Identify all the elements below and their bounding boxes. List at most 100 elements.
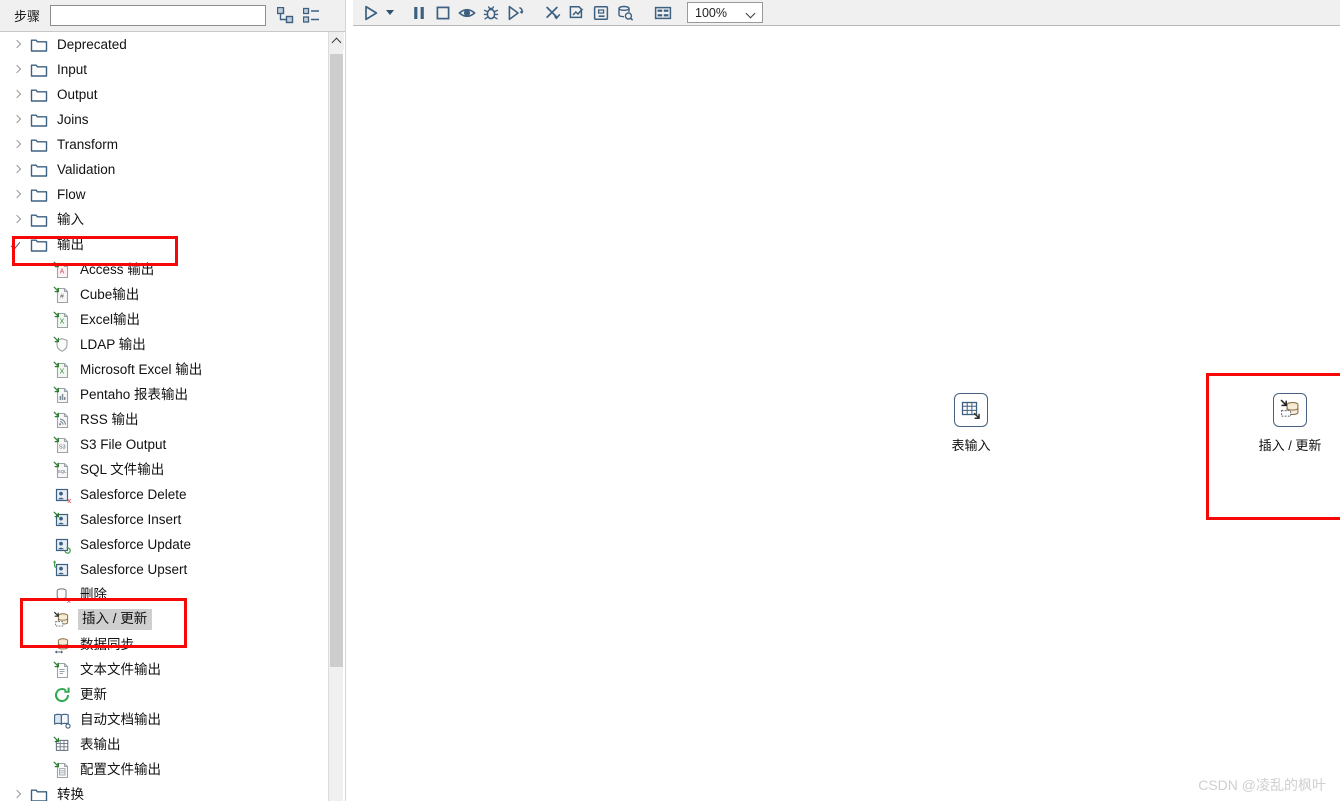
tree-item-label: Input [57, 61, 88, 77]
impact-button[interactable] [565, 1, 589, 25]
tree-step-row[interactable]: X Excel输出 [0, 307, 338, 332]
insert-update-node[interactable]: 插入 / 更新 [1230, 393, 1340, 454]
tree-folder-row[interactable]: Output [0, 82, 338, 107]
tree-step-row[interactable]: x Salesforce Delete [0, 482, 338, 507]
transformation-canvas[interactable]: 表输入 插入 / 更新 [353, 26, 1340, 801]
list-view-icon[interactable] [303, 7, 320, 24]
pause-button[interactable] [407, 1, 431, 25]
svg-text:SQL: SQL [58, 469, 67, 474]
steps-label: 步骤 [14, 9, 41, 24]
tree-item-label: Validation [57, 161, 116, 177]
steps-tree[interactable]: Deprecated Input Output Joins Transform Valid… [0, 32, 338, 801]
svg-text:A: A [60, 268, 65, 275]
folder-icon [29, 210, 49, 230]
tree-item-label: Salesforce Update [80, 536, 192, 552]
verify-button[interactable] [541, 1, 565, 25]
insert-update-icon[interactable] [1273, 393, 1307, 427]
preview-button[interactable] [455, 1, 479, 25]
tree-folder-row[interactable]: Flow [0, 182, 338, 207]
run-options-dropdown[interactable] [383, 1, 397, 25]
debug-button[interactable] [479, 1, 503, 25]
salesforce-insert-icon [52, 510, 72, 530]
tree-step-row[interactable]: 更新 [0, 682, 338, 707]
watermark-text: CSDN @凌乱的枫叶 [1198, 777, 1326, 793]
tree-item-label: 文本文件输出 [80, 661, 161, 677]
folder-icon [29, 185, 49, 205]
salesforce-upsert-icon [52, 560, 72, 580]
tree-step-row[interactable]: S3 S3 File Output [0, 432, 338, 457]
tree-folder-row[interactable]: 转换 [0, 782, 338, 801]
stop-button[interactable] [431, 1, 455, 25]
replay-button[interactable] [503, 1, 527, 25]
update-icon [52, 685, 72, 705]
transformation-toolbar: 100% [353, 0, 1340, 26]
folder-icon [29, 35, 49, 55]
tree-folder-row[interactable]: 输入 [0, 207, 338, 232]
chevron-right-icon[interactable] [11, 39, 23, 51]
scrollbar-thumb[interactable] [330, 54, 343, 667]
tree-item-label: RSS 输出 [80, 411, 139, 427]
table-input-node[interactable]: 表输入 [911, 393, 1031, 454]
tree-item-label: 表输出 [80, 736, 121, 752]
tree-item-label: Output [57, 86, 98, 102]
tree-item-label: Salesforce Delete [80, 486, 187, 502]
tree-step-row[interactable]: RSS 输出 [0, 407, 338, 432]
chevron-down-icon[interactable] [745, 8, 756, 19]
cube-output-icon: # [52, 285, 72, 305]
show-grid-button[interactable] [651, 1, 675, 25]
salesforce-update-icon [52, 535, 72, 555]
chevron-right-icon[interactable] [11, 189, 23, 201]
tree-step-row[interactable]: Pentaho 报表输出 [0, 382, 338, 407]
text-file-output-icon [52, 660, 72, 680]
sql-button[interactable] [589, 1, 613, 25]
tree-step-row[interactable]: 表输出 [0, 732, 338, 757]
tree-item-label: LDAP 输出 [80, 336, 146, 352]
tree-item-label: Transform [57, 136, 119, 152]
tree-folder-row[interactable]: Deprecated [0, 32, 338, 57]
chevron-right-icon[interactable] [11, 64, 23, 76]
table-input-icon[interactable] [954, 393, 988, 427]
chevron-right-icon[interactable] [11, 789, 23, 801]
tree-item-label: Flow [57, 186, 86, 202]
folder-icon [29, 85, 49, 105]
tree-item-label: SQL 文件输出 [80, 461, 165, 477]
svg-text:x: x [67, 496, 71, 505]
tree-step-row[interactable]: Salesforce Upsert [0, 557, 338, 582]
tree-step-row[interactable]: X Microsoft Excel 输出 [0, 357, 338, 382]
zoom-level-select[interactable]: 100% [687, 2, 763, 23]
tree-step-row[interactable]: 自动文档输出 [0, 707, 338, 732]
folder-icon [29, 135, 49, 155]
chevron-right-icon[interactable] [11, 114, 23, 126]
s3-file-output-icon: S3 [52, 435, 72, 455]
tree-step-row[interactable]: LDAP 输出 [0, 332, 338, 357]
pentaho-report-output-icon [52, 385, 72, 405]
svg-text:X: X [60, 318, 65, 325]
transformation-area: 100% 表输入 插入 / 更新 CSDN @凌乱的枫叶 [353, 0, 1340, 801]
step-search-input[interactable] [50, 5, 267, 26]
tree-item-label: Salesforce Upsert [80, 561, 188, 577]
run-button[interactable] [359, 1, 383, 25]
tree-item-label: S3 File Output [80, 436, 167, 452]
tree-step-row[interactable]: Salesforce Update [0, 532, 338, 557]
tree-step-row[interactable]: Salesforce Insert [0, 507, 338, 532]
tree-step-row[interactable]: 文本文件输出 [0, 657, 338, 682]
excel-output-icon: X [52, 310, 72, 330]
tree-view-icon[interactable] [277, 7, 294, 24]
tree-step-row[interactable]: # Cube输出 [0, 282, 338, 307]
chevron-right-icon[interactable] [11, 214, 23, 226]
tree-folder-row[interactable]: Input [0, 57, 338, 82]
tree-step-row[interactable]: SQL SQL 文件输出 [0, 457, 338, 482]
steps-tree-scrollbar[interactable] [328, 32, 344, 801]
tree-step-row[interactable]: 配置文件输出 [0, 757, 338, 782]
scroll-up-icon[interactable] [329, 32, 344, 50]
db-explore-button[interactable] [613, 1, 637, 25]
chevron-right-icon[interactable] [11, 89, 23, 101]
chevron-right-icon[interactable] [11, 139, 23, 151]
highlight-box-insert-update-step [20, 598, 187, 648]
panel-divider [345, 0, 352, 801]
chevron-right-icon[interactable] [11, 164, 23, 176]
tree-folder-row[interactable]: Transform [0, 132, 338, 157]
tree-folder-row[interactable]: Joins [0, 107, 338, 132]
folder-icon [29, 160, 49, 180]
tree-folder-row[interactable]: Validation [0, 157, 338, 182]
